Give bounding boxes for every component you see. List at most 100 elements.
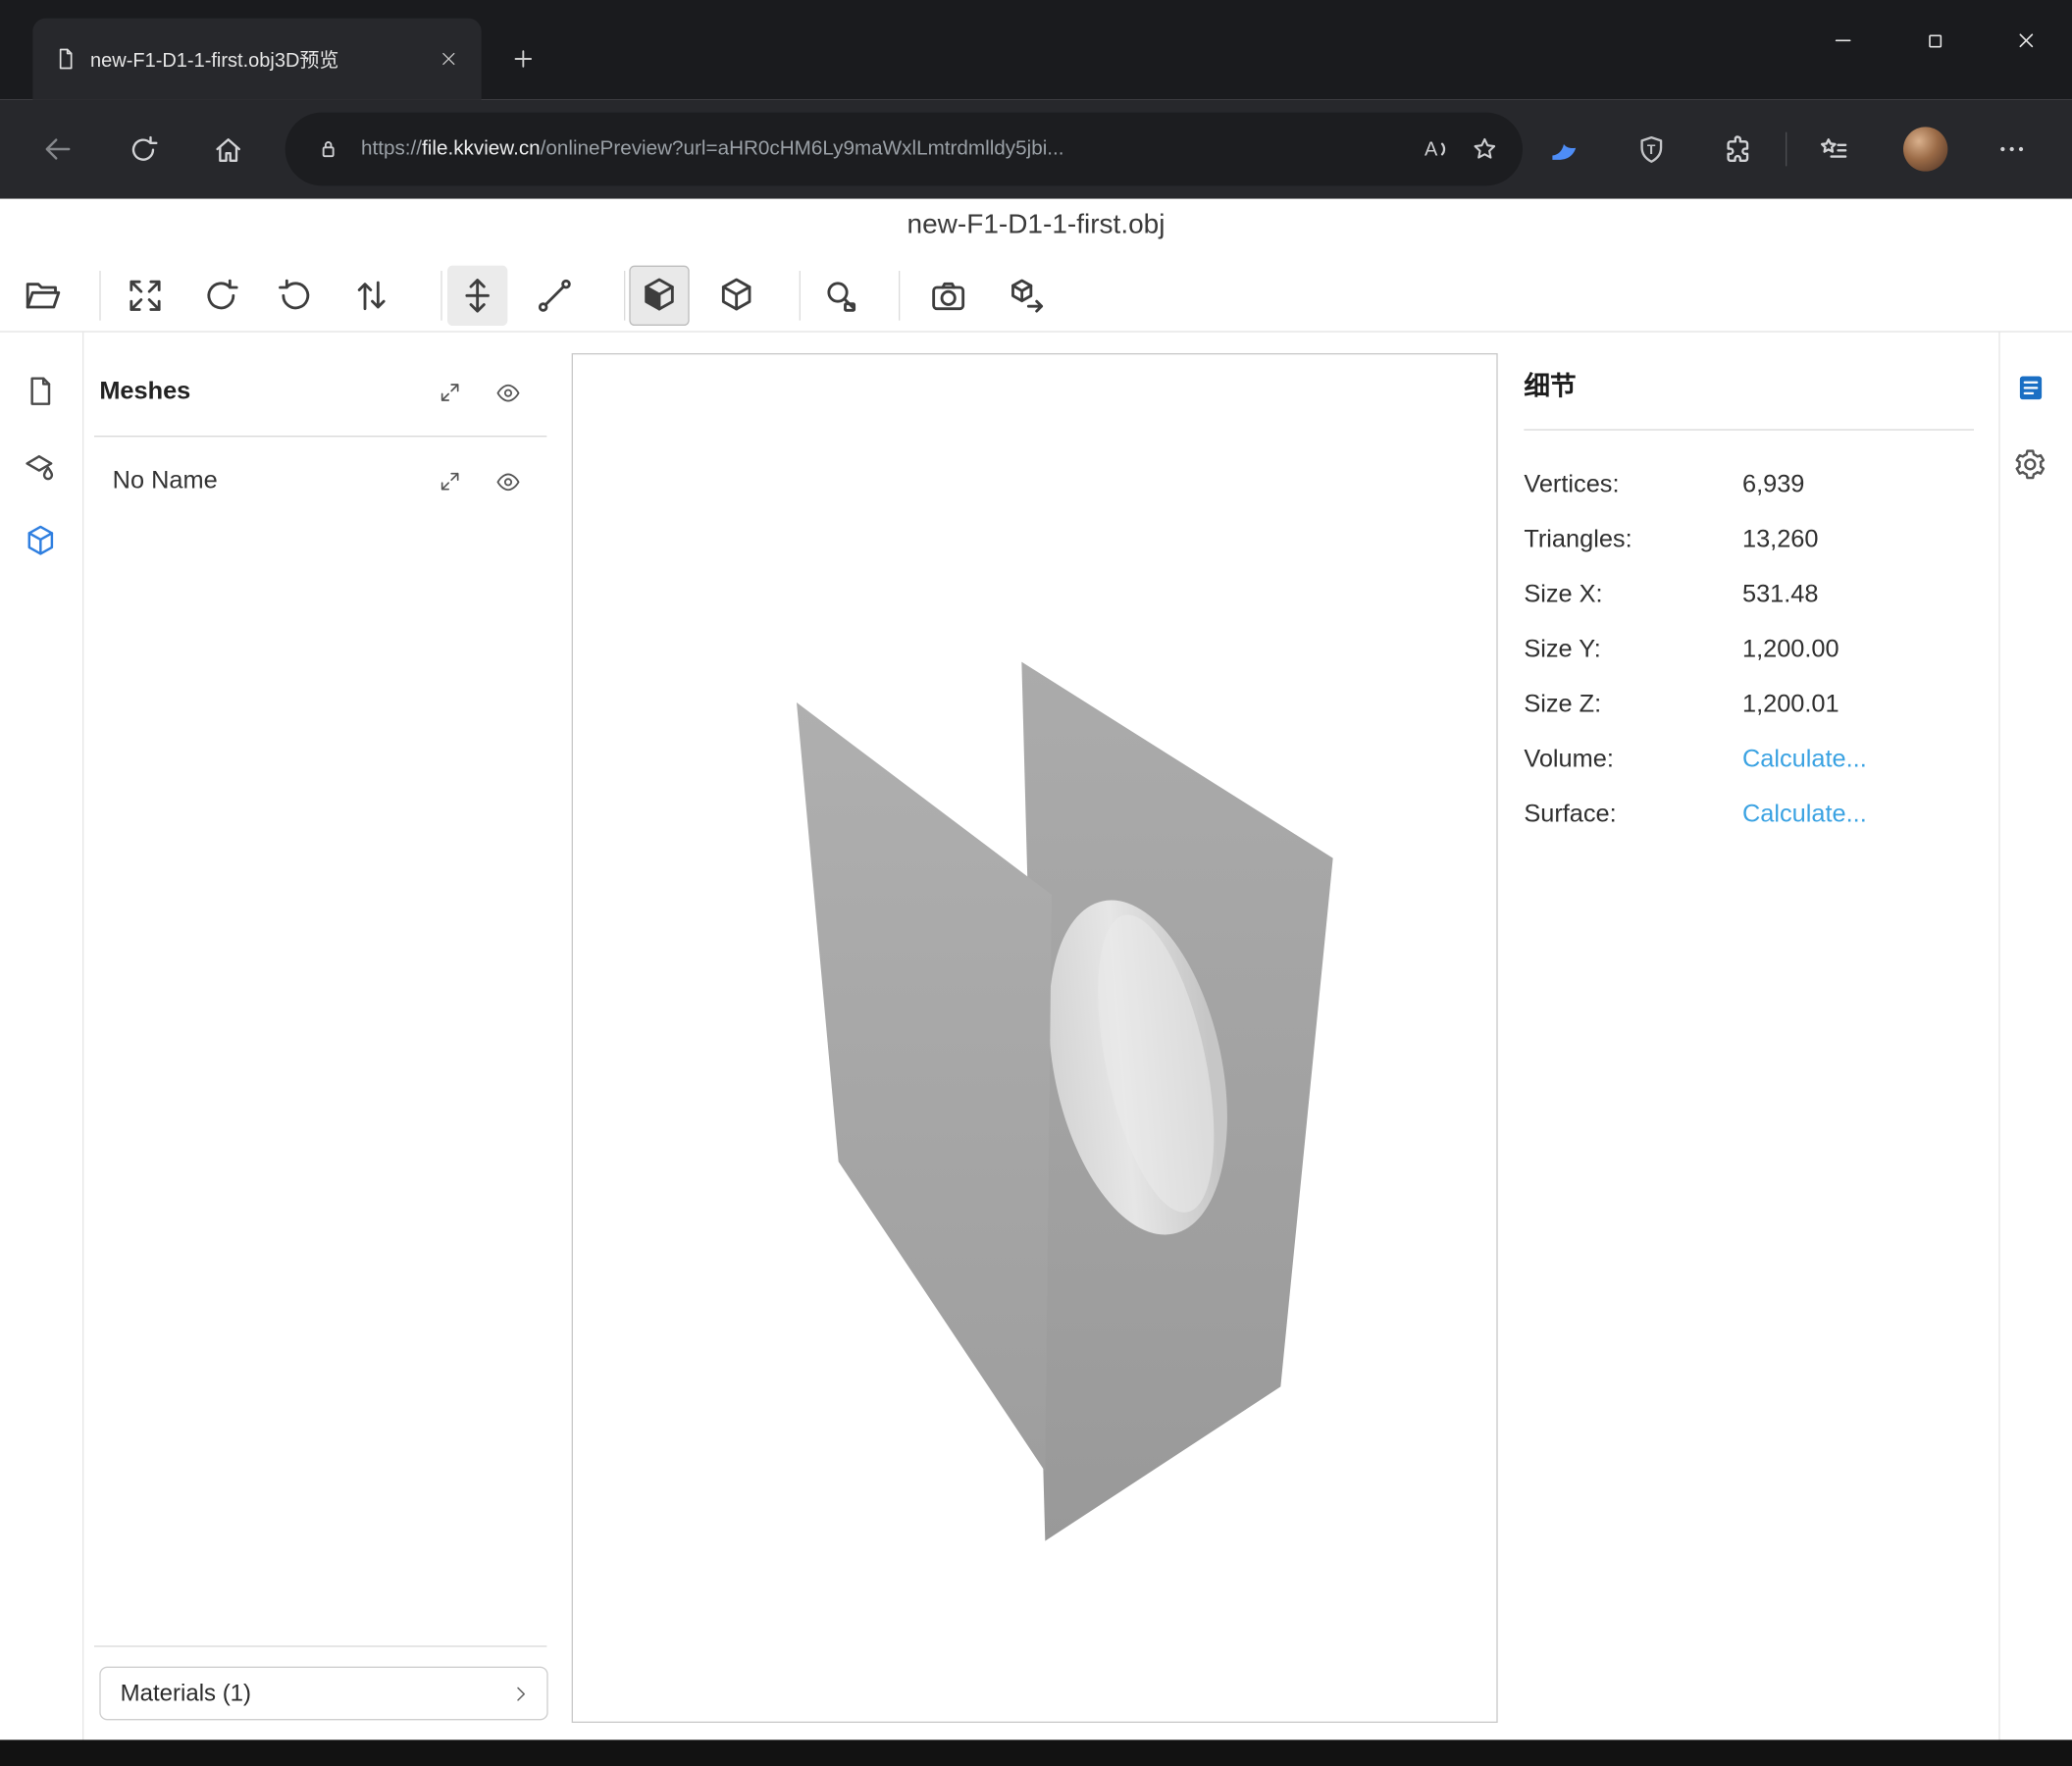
details-rows: Vertices: 6,939 Triangles: 13,260 Size X… xyxy=(1524,431,1974,843)
shaded-cube-icon xyxy=(640,276,679,315)
detail-value: 1,200.00 xyxy=(1742,636,1974,664)
gear-icon xyxy=(2013,447,2047,482)
meshes-header: Meshes xyxy=(99,369,190,416)
mesh-visibility-icon[interactable] xyxy=(494,468,521,494)
meshes-divider xyxy=(94,436,546,437)
export-model-button[interactable] xyxy=(997,266,1057,326)
mesh-list-item[interactable]: No Name xyxy=(99,458,562,505)
file-info-button[interactable] xyxy=(13,364,68,419)
details-header: 细节 xyxy=(1524,369,1974,419)
detail-label: Size Y: xyxy=(1524,636,1742,664)
back-button[interactable] xyxy=(34,126,81,173)
minimize-button[interactable] xyxy=(1797,0,1889,81)
detail-row-size-x: Size X: 531.48 xyxy=(1524,568,1974,623)
detail-value: 13,260 xyxy=(1742,526,1974,554)
document-icon xyxy=(24,374,58,408)
details-panel: 细节 Vertices: 6,939 Triangles: 13,260 Siz… xyxy=(1524,369,1974,843)
profile-avatar[interactable] xyxy=(1903,127,1947,171)
svg-text:T: T xyxy=(1646,140,1655,156)
extension-bird-icon[interactable] xyxy=(1541,126,1588,173)
calculate-surface-link[interactable]: Calculate... xyxy=(1742,801,1974,829)
wireframe-cube-icon xyxy=(717,276,756,315)
extensions-puzzle-icon[interactable] xyxy=(1714,126,1761,173)
detail-label: Vertices: xyxy=(1524,471,1742,499)
materials-label: Materials (1) xyxy=(121,1680,251,1707)
browser-window: new-F1-D1-1-first.obj3D预览 xyxy=(0,0,2072,1766)
settings-button[interactable] xyxy=(2004,439,2056,491)
detail-row-vertices: Vertices: 6,939 xyxy=(1524,458,1974,513)
magnifier-icon xyxy=(821,276,860,315)
material-icon xyxy=(24,450,58,485)
toolbar-separator xyxy=(899,271,900,321)
model-tree-button[interactable] xyxy=(13,513,68,568)
toolbar-separator xyxy=(800,271,801,321)
export-cube-icon xyxy=(1008,276,1047,315)
toolbar-separator xyxy=(99,271,100,321)
page-title: new-F1-D1-1-first.obj xyxy=(0,204,2072,246)
details-panel-button[interactable] xyxy=(2004,361,2056,413)
chevron-right-icon xyxy=(510,1683,531,1703)
favorite-star-icon[interactable] xyxy=(1468,132,1502,167)
detail-label: Triangles: xyxy=(1524,526,1742,554)
detail-label: Surface: xyxy=(1524,801,1742,829)
fit-view-button[interactable] xyxy=(115,266,175,326)
detail-label: Size X: xyxy=(1524,581,1742,609)
read-aloud-icon[interactable]: A xyxy=(1418,132,1452,167)
rotate-axis-y-button[interactable] xyxy=(191,266,251,326)
left-strip-divider xyxy=(82,331,83,1740)
browser-menu-icon[interactable] xyxy=(1989,126,2036,173)
pan-vertical-button[interactable] xyxy=(447,266,507,326)
fit-view-icon xyxy=(126,276,165,315)
screenshot-button[interactable] xyxy=(918,266,978,326)
rotate-axis-z-button[interactable] xyxy=(266,266,326,326)
viewport-3d[interactable] xyxy=(572,353,1498,1723)
details-list-icon xyxy=(2014,371,2046,403)
calculate-volume-link[interactable]: Calculate... xyxy=(1742,746,1974,774)
detail-value: 1,200.01 xyxy=(1742,691,1974,719)
flip-vertical-button[interactable] xyxy=(341,266,401,326)
url-scheme: https:// xyxy=(361,137,422,160)
detail-value: 6,939 xyxy=(1742,471,1974,499)
browser-tab[interactable]: new-F1-D1-1-first.obj3D预览 xyxy=(32,19,481,100)
camera-icon xyxy=(929,276,968,315)
tab-close-icon[interactable] xyxy=(429,39,468,78)
expand-all-icon[interactable] xyxy=(437,380,463,406)
maximize-button[interactable] xyxy=(1889,0,1980,81)
measure-line-button[interactable] xyxy=(525,266,585,326)
detail-value: 531.48 xyxy=(1742,581,1974,609)
pan-vertical-icon xyxy=(458,276,497,315)
detail-row-volume: Volume: Calculate... xyxy=(1524,733,1974,788)
magnifier-measure-button[interactable] xyxy=(811,266,871,326)
url-text: https://file.kkview.cn/onlinePreview?url… xyxy=(361,137,1402,161)
rotate-y-icon xyxy=(201,276,240,315)
window-controls xyxy=(1797,0,2072,81)
detail-row-triangles: Triangles: 13,260 xyxy=(1524,513,1974,568)
shield-extension-icon[interactable]: T xyxy=(1628,126,1675,173)
materials-tool-button[interactable] xyxy=(13,440,68,494)
close-button[interactable] xyxy=(1981,0,2072,81)
wireframe-view-button[interactable] xyxy=(706,266,766,326)
materials-button[interactable]: Materials (1) xyxy=(99,1667,547,1721)
visibility-all-icon[interactable] xyxy=(494,380,521,406)
toolbar-divider xyxy=(0,331,2072,332)
home-button[interactable] xyxy=(204,126,251,173)
zoom-to-mesh-icon[interactable] xyxy=(437,468,463,494)
toolbar-separator xyxy=(440,271,441,321)
browser-navbar: https://file.kkview.cn/onlinePreview?url… xyxy=(0,99,2072,198)
navbar-separator xyxy=(1786,132,1787,167)
flip-vertical-icon xyxy=(352,276,391,315)
favorites-bar-icon[interactable] xyxy=(1809,126,1856,173)
open-file-button[interactable] xyxy=(13,266,73,326)
shaded-view-button[interactable] xyxy=(629,266,689,326)
toolbar-separator xyxy=(624,271,625,321)
open-file-icon xyxy=(24,276,63,315)
materials-divider xyxy=(94,1645,546,1646)
detail-row-size-z: Size Z: 1,200.01 xyxy=(1524,678,1974,733)
new-tab-icon[interactable] xyxy=(502,38,544,80)
detail-row-surface: Surface: Calculate... xyxy=(1524,788,1974,843)
refresh-button[interactable] xyxy=(119,126,166,173)
url-path: /onlinePreview?url=aHR0cHM6Ly9maWxlLmtrd… xyxy=(541,137,1064,160)
address-bar[interactable]: https://file.kkview.cn/onlinePreview?url… xyxy=(285,113,1523,186)
mesh-name: No Name xyxy=(113,458,218,505)
detail-row-size-y: Size Y: 1,200.00 xyxy=(1524,623,1974,678)
